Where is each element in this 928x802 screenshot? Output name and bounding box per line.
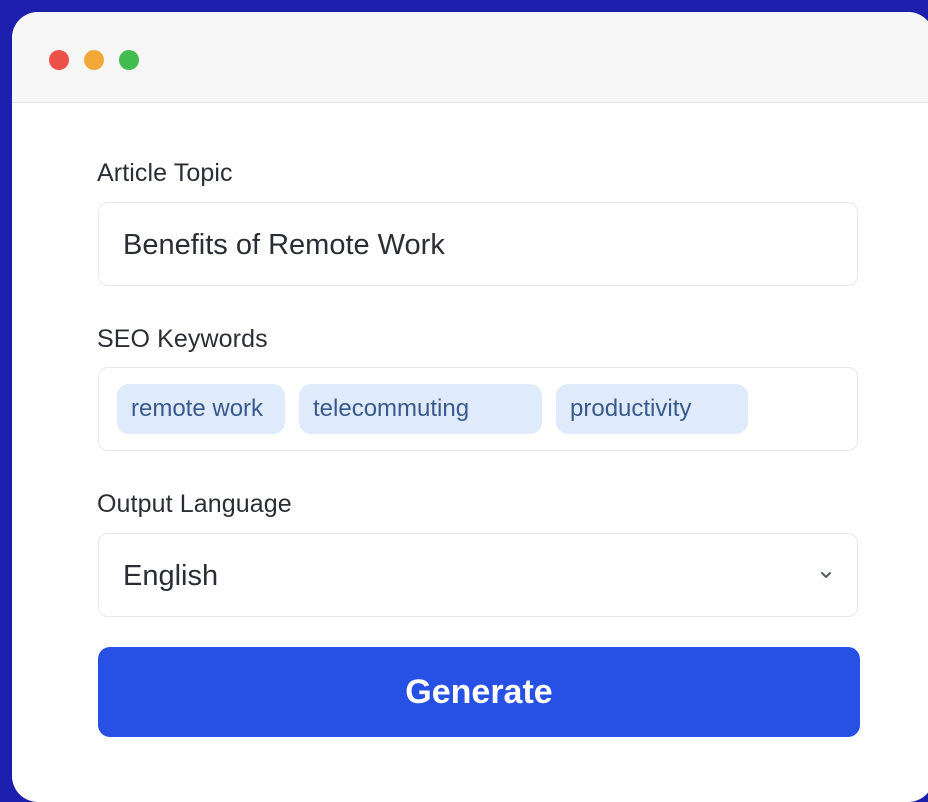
article-topic-value: Benefits of Remote Work — [123, 229, 445, 261]
seo-keywords-field[interactable]: remote work telecommuting productivity — [98, 367, 858, 451]
keyword-chip-list: remote work telecommuting productivity — [117, 384, 748, 434]
output-language-value: English — [123, 560, 219, 592]
window-controls — [49, 50, 139, 70]
close-window-button[interactable] — [49, 50, 69, 70]
minimize-window-button[interactable] — [84, 50, 104, 70]
zoom-window-button[interactable] — [119, 50, 139, 70]
generate-button[interactable]: Generate — [98, 647, 860, 737]
app-window: Article Topic Benefits of Remote Work SE… — [12, 12, 928, 802]
title-bar — [12, 12, 928, 103]
keyword-chip[interactable]: telecommuting — [299, 384, 542, 434]
keyword-chip[interactable]: productivity — [556, 384, 748, 434]
output-language-label: Output Language — [97, 490, 292, 518]
seo-keywords-label: SEO Keywords — [97, 325, 268, 353]
article-topic-label: Article Topic — [97, 159, 233, 187]
chevron-down-icon — [821, 572, 831, 578]
output-language-select[interactable]: English — [98, 533, 858, 617]
keyword-chip[interactable]: remote work — [117, 384, 285, 434]
article-topic-input[interactable]: Benefits of Remote Work — [98, 202, 858, 286]
